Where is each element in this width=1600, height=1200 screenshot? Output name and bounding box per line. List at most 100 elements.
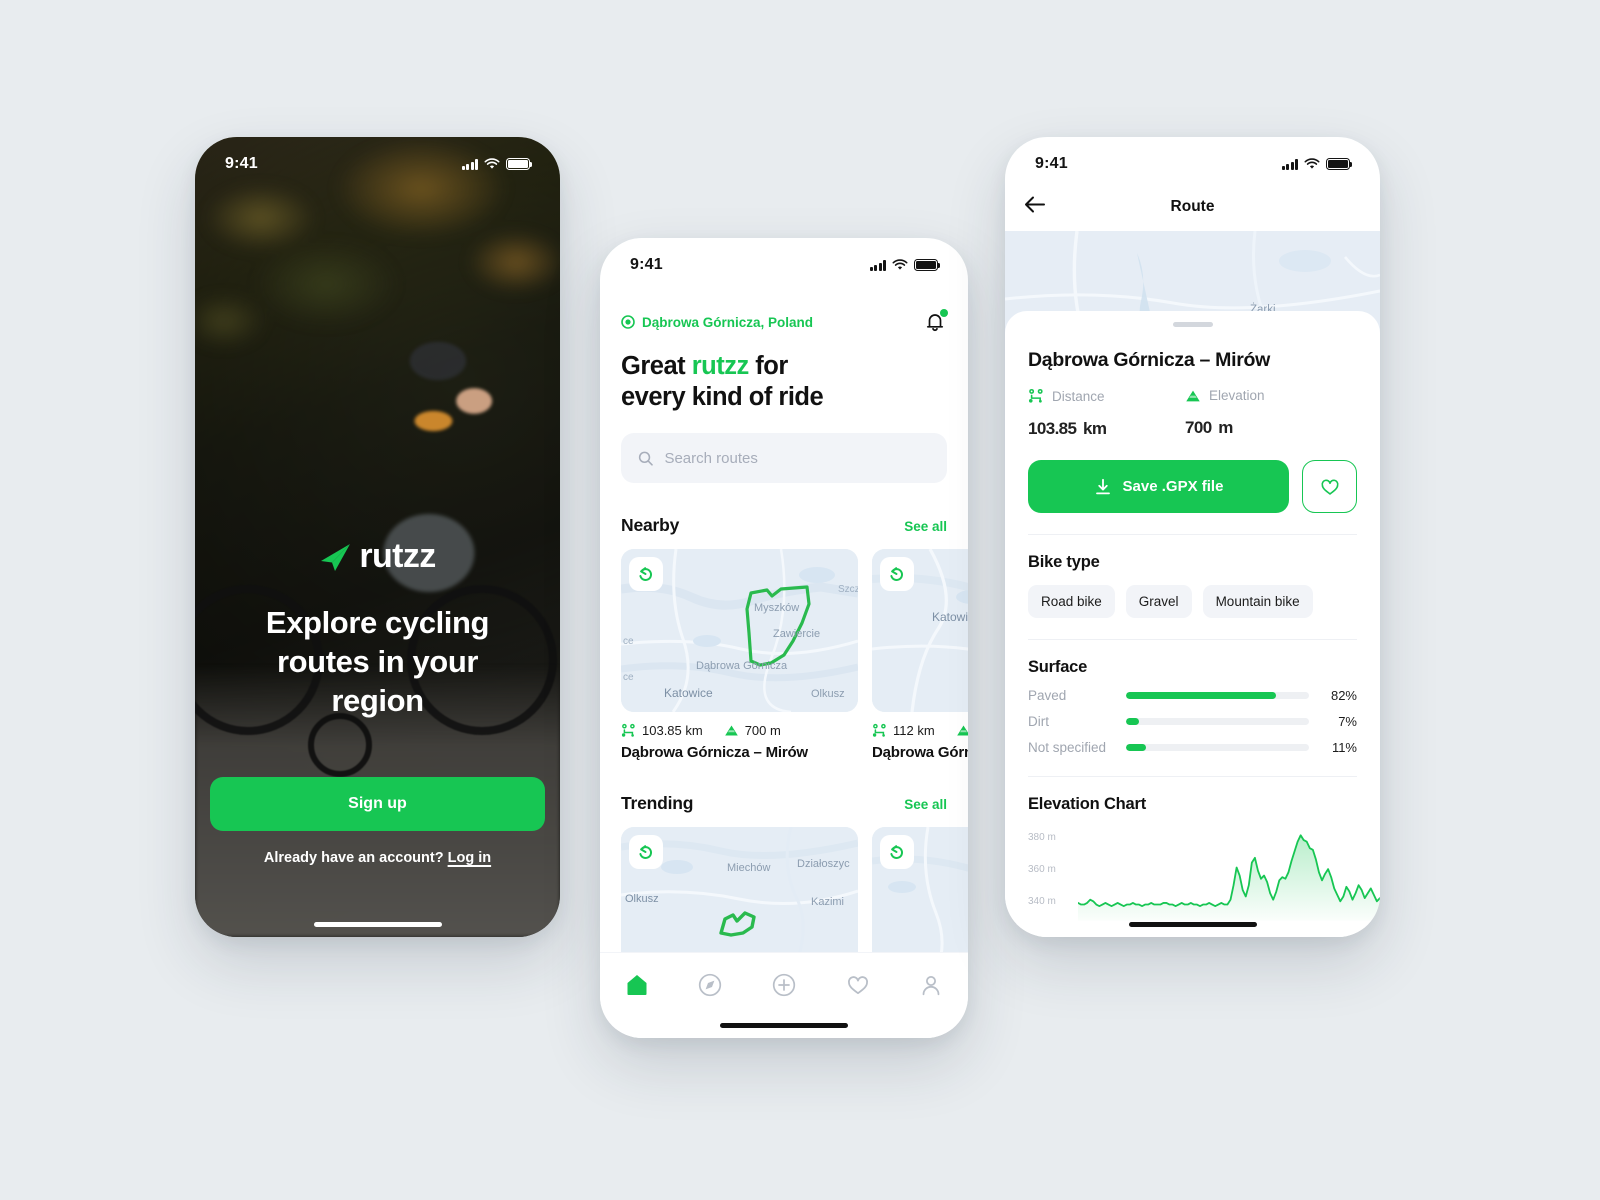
mountain-icon	[956, 725, 968, 736]
location-target-icon	[621, 315, 635, 329]
bike-type-options: Road bike Gravel Mountain bike	[1028, 585, 1357, 618]
elevation-chart-title: Elevation Chart	[1028, 795, 1147, 813]
status-time: 9:41	[1035, 155, 1068, 172]
route-card[interactable]: Dąb Katowice	[872, 549, 968, 761]
title-part-1: Great	[621, 352, 692, 380]
stat-label: Distance	[1052, 388, 1105, 404]
route-card-map: Dąb Katowice	[872, 549, 968, 713]
see-all-nearby-link[interactable]: See all	[904, 519, 947, 534]
bike-type-title: Bike type	[1028, 553, 1100, 571]
search-input[interactable]	[664, 449, 930, 467]
route-actions: Save .GPX file	[1028, 460, 1357, 513]
route-pins-icon	[621, 724, 635, 737]
location-label: Dąbrowa Górnicza, Poland	[642, 314, 814, 330]
route-detail-sheet: Dąbrowa Górnicza – Mirów Distance 103.85…	[1005, 311, 1380, 937]
sheet-grabber[interactable]	[1172, 322, 1213, 327]
notifications-button[interactable]	[923, 309, 948, 334]
notification-badge-dot	[940, 309, 948, 317]
cellular-signal-icon	[869, 259, 886, 271]
plus-circle-icon	[772, 973, 796, 997]
location-selector[interactable]: Dąbrowa Górnicza, Poland	[621, 315, 813, 330]
surface-row: Dirt 7%	[1028, 714, 1357, 729]
login-prompt: Already have an account? Log in	[195, 850, 560, 866]
cellular-signal-icon	[1281, 158, 1298, 170]
stat-value-row: 103.85 km	[1028, 410, 1185, 441]
route-pins-icon	[1028, 388, 1043, 403]
surface-percent: 7%	[1338, 714, 1357, 729]
svg-text:Szcz: Szcz	[838, 584, 858, 595]
login-prompt-text: Already have an account?	[263, 850, 444, 866]
tab-create[interactable]	[747, 965, 821, 1005]
status-time: 9:41	[630, 256, 663, 273]
surface-title: Surface	[1028, 658, 1088, 676]
cellular-signal-icon	[461, 158, 478, 170]
surface-row: Paved 82%	[1028, 688, 1357, 703]
favorite-button[interactable]	[1302, 460, 1357, 513]
svg-text:Katowice: Katowice	[932, 610, 968, 624]
phone-onboarding: 9:41 rutzz Explore cycling routes in you…	[195, 137, 560, 937]
divider	[1028, 639, 1357, 640]
stat-unit: m	[1218, 418, 1233, 437]
chip-road-bike[interactable]: Road bike	[1028, 585, 1115, 618]
location-row: Dąbrowa Górnicza, Poland	[621, 309, 948, 334]
loop-icon	[639, 567, 652, 582]
stat-value: 103.85	[1028, 419, 1077, 438]
heart-icon	[1321, 479, 1338, 495]
svg-text:Dąbrowa Górnicza: Dąbrowa Górnicza	[696, 660, 788, 672]
loop-route-badge[interactable]	[629, 835, 663, 870]
home-content: Dąbrowa Górnicza, Poland Great rutzz for…	[600, 309, 968, 991]
route-stats: Distance 103.85 km Elevation 700 m	[1028, 388, 1357, 441]
mountain-icon	[724, 725, 738, 736]
route-card-meta: 112 km 563 m	[872, 723, 968, 738]
surface-progress-track	[1126, 692, 1309, 699]
stat-value: 700	[1185, 418, 1212, 437]
status-bar: 9:41	[195, 137, 560, 183]
surface-progress-fill	[1126, 744, 1147, 751]
status-time: 9:41	[225, 155, 258, 172]
status-bar: 9:41	[600, 238, 968, 284]
stat-label-row: Distance	[1028, 388, 1185, 404]
surface-percent: 82%	[1330, 688, 1357, 703]
elevation-chart: 380 m 360 m 340 m	[1028, 824, 1380, 921]
route-card-map: nie Myszków Zawiercie Dąbrowa Górnicza K…	[621, 549, 858, 713]
tab-profile[interactable]	[894, 965, 968, 1005]
battery-icon	[1326, 158, 1353, 170]
arrow-left-icon	[1025, 196, 1045, 213]
tab-home[interactable]	[600, 965, 674, 1005]
stat-unit: km	[1083, 419, 1107, 438]
search-field[interactable]	[621, 433, 947, 484]
chip-gravel[interactable]: Gravel	[1125, 585, 1192, 618]
title-part-2: for	[748, 352, 788, 380]
chip-mountain-bike[interactable]: Mountain bike	[1202, 585, 1313, 618]
brand-name: rutzz	[359, 537, 436, 575]
y-tick-label: 360 m	[1028, 864, 1056, 875]
section-header-trending: Trending See all	[621, 793, 947, 814]
svg-text:Zawiercie: Zawiercie	[773, 628, 820, 640]
save-gpx-label: Save .GPX file	[1122, 478, 1224, 495]
divider	[1028, 776, 1357, 777]
back-button[interactable]	[1024, 196, 1046, 219]
page-title: Route	[1170, 198, 1215, 215]
save-gpx-button[interactable]: Save .GPX file	[1028, 460, 1289, 513]
y-tick-label: 380 m	[1028, 832, 1056, 843]
nearby-card-row: nie Myszków Zawiercie Dąbrowa Górnicza K…	[621, 549, 968, 761]
rutzz-arrow-logo-icon	[321, 543, 351, 571]
section-header-nearby: Nearby See all	[621, 515, 947, 536]
loop-route-badge[interactable]	[629, 557, 663, 592]
surface-label: Dirt	[1028, 714, 1049, 729]
download-icon	[1095, 478, 1110, 494]
loop-route-badge[interactable]	[880, 835, 914, 870]
see-all-trending-link[interactable]: See all	[904, 797, 947, 812]
tab-explore[interactable]	[674, 965, 748, 1005]
svg-text:Kazimi: Kazimi	[811, 896, 844, 908]
tab-favorites[interactable]	[821, 965, 895, 1005]
loop-route-badge[interactable]	[880, 557, 914, 592]
loop-icon	[890, 567, 903, 582]
log-in-link[interactable]: Log in	[448, 850, 492, 866]
svg-text:Olkusz: Olkusz	[625, 893, 659, 905]
loop-icon	[639, 845, 652, 860]
sign-up-button[interactable]: Sign up	[210, 777, 545, 831]
route-card[interactable]: nie Myszków Zawiercie Dąbrowa Górnicza K…	[621, 549, 858, 761]
svg-text:Katowice: Katowice	[664, 686, 713, 700]
heart-icon	[847, 976, 868, 995]
